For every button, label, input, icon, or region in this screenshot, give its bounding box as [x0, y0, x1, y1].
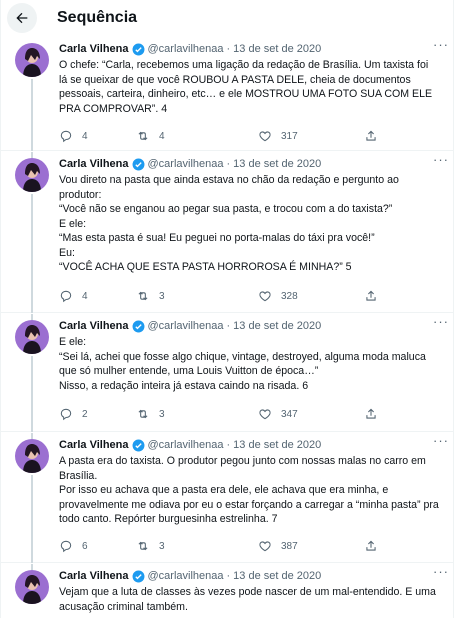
- retweet-button[interactable]: 3: [136, 539, 165, 553]
- tweet-actions: 4 4 317: [59, 129, 389, 145]
- tweet-date[interactable]: 13 de set de 2020: [233, 439, 321, 451]
- retweet-button[interactable]: 4: [136, 129, 165, 143]
- page-header: Sequência: [1, 0, 453, 35]
- reply-button[interactable]: 4: [59, 289, 88, 303]
- dot-separator: ·: [226, 43, 231, 55]
- more-options-icon[interactable]: ···: [433, 37, 449, 52]
- tweet-text: Vejam que a luta de classes às vezes pod…: [59, 586, 436, 613]
- share-icon: [366, 290, 376, 301]
- dot-separator: ·: [226, 570, 231, 582]
- thread-view: Sequência Carla Vilhena @carlavilhenaa ·…: [0, 0, 454, 618]
- share-icon: [366, 408, 376, 419]
- share-button[interactable]: [364, 289, 378, 303]
- arrow-left-icon: [16, 12, 28, 23]
- tweet-text: Vou direto na pasta que ainda estava no …: [59, 174, 399, 273]
- more-options-icon[interactable]: ···: [433, 564, 449, 579]
- tweet[interactable]: Carla Vilhena @carlavilhenaa · 13 de set…: [1, 433, 453, 563]
- like-button[interactable]: 328: [258, 289, 298, 303]
- share-icon: [366, 130, 376, 141]
- thread-connector: [31, 356, 33, 432]
- tweet-text: O chefe: “Carla, recebemos uma ligação d…: [59, 59, 433, 115]
- author-handle[interactable]: @carlavilhenaa: [148, 320, 224, 332]
- more-options-icon[interactable]: ···: [433, 152, 449, 167]
- author-name[interactable]: Carla Vilhena: [59, 43, 129, 55]
- dot-separator: ·: [226, 320, 231, 332]
- reply-icon: [60, 540, 72, 553]
- tweet-date[interactable]: 13 de set de 2020: [233, 43, 321, 55]
- heart-icon: [259, 291, 271, 302]
- tweet-actions: 2 3 347: [59, 407, 389, 423]
- tweet[interactable]: Carla Vilhena @carlavilhenaa · 13 de set…: [1, 564, 453, 618]
- reply-button[interactable]: 4: [59, 129, 88, 143]
- reply-button[interactable]: 6: [59, 539, 88, 553]
- tweet-date[interactable]: 13 de set de 2020: [233, 158, 321, 170]
- like-button[interactable]: 387: [258, 539, 298, 553]
- share-button[interactable]: [364, 407, 378, 421]
- verified-badge-icon: [132, 439, 144, 451]
- dot-separator: ·: [226, 439, 231, 451]
- verified-badge-icon: [132, 158, 144, 170]
- avatar[interactable]: [15, 570, 49, 604]
- more-options-icon[interactable]: ···: [433, 433, 449, 448]
- retweet-icon: [138, 409, 148, 419]
- avatar[interactable]: [15, 320, 49, 354]
- share-icon: [366, 540, 376, 551]
- author-handle[interactable]: @carlavilhenaa: [148, 158, 224, 170]
- author-handle[interactable]: @carlavilhenaa: [148, 439, 224, 451]
- share-button[interactable]: [364, 539, 378, 553]
- like-button[interactable]: 317: [258, 129, 298, 143]
- verified-badge-icon: [132, 320, 144, 332]
- thread-connector: [31, 475, 33, 563]
- avatar[interactable]: [15, 43, 49, 77]
- back-button[interactable]: [7, 2, 37, 33]
- author-handle[interactable]: @carlavilhenaa: [148, 43, 224, 55]
- more-options-icon[interactable]: ···: [433, 314, 449, 329]
- tweet-text: E ele: “Sei lá, achei que fosse algo chi…: [59, 336, 426, 392]
- tweet-text: A pasta era do taxista. O produtor pegou…: [59, 455, 439, 525]
- author-name[interactable]: Carla Vilhena: [59, 439, 129, 451]
- retweet-icon: [138, 131, 148, 141]
- avatar[interactable]: [15, 439, 49, 473]
- avatar[interactable]: [15, 158, 49, 192]
- heart-icon: [259, 131, 271, 142]
- retweet-icon: [138, 541, 148, 551]
- tweet-actions: 4 3 328: [59, 289, 389, 305]
- reply-button[interactable]: 2: [59, 407, 88, 421]
- thread-connector: [31, 194, 33, 313]
- reply-icon: [60, 408, 72, 421]
- reply-icon: [60, 290, 72, 303]
- tweet[interactable]: Carla Vilhena @carlavilhenaa · 13 de set…: [1, 37, 453, 151]
- tweet[interactable]: Carla Vilhena @carlavilhenaa · 13 de set…: [1, 152, 453, 313]
- dot-separator: ·: [226, 158, 231, 170]
- tweet-actions: 6 3 387: [59, 539, 389, 555]
- share-button[interactable]: [364, 129, 378, 143]
- thread-connector: [31, 79, 33, 151]
- reply-icon: [60, 130, 72, 143]
- author-name[interactable]: Carla Vilhena: [59, 570, 129, 582]
- like-button[interactable]: 347: [258, 407, 298, 421]
- tweet-date[interactable]: 13 de set de 2020: [233, 570, 321, 582]
- tweet[interactable]: Carla Vilhena @carlavilhenaa · 13 de set…: [1, 314, 453, 432]
- author-handle[interactable]: @carlavilhenaa: [148, 570, 224, 582]
- verified-badge-icon: [132, 570, 144, 582]
- heart-icon: [259, 541, 271, 552]
- retweet-button[interactable]: 3: [136, 407, 165, 421]
- tweet-date[interactable]: 13 de set de 2020: [233, 320, 321, 332]
- page-title: Sequência: [57, 8, 138, 26]
- author-name[interactable]: Carla Vilhena: [59, 320, 129, 332]
- retweet-icon: [138, 291, 148, 301]
- author-name[interactable]: Carla Vilhena: [59, 158, 129, 170]
- verified-badge-icon: [132, 43, 144, 55]
- heart-icon: [259, 409, 271, 420]
- retweet-button[interactable]: 3: [136, 289, 165, 303]
